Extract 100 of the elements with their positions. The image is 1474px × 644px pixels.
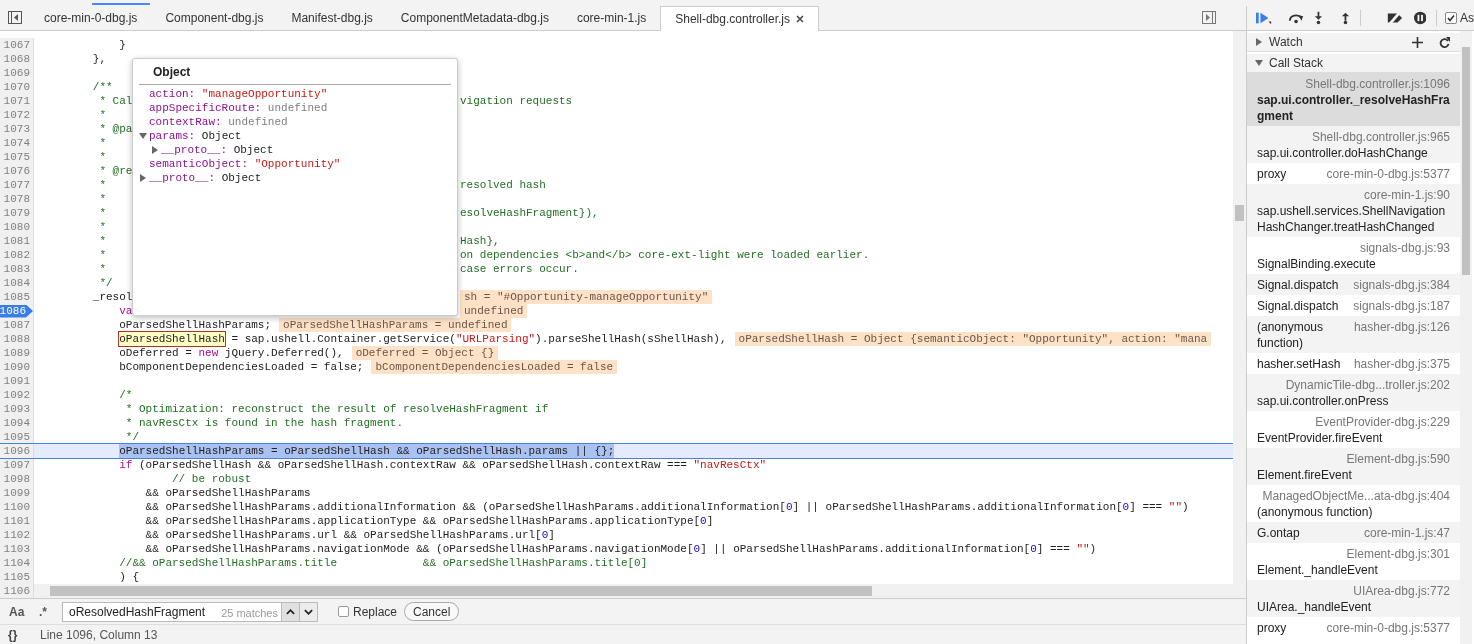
- code-text: *: [98, 248, 106, 262]
- triangle-right-icon[interactable]: [139, 174, 147, 182]
- file-tab[interactable]: core-min-1.js: [562, 6, 661, 30]
- next-match-icon[interactable]: [300, 601, 318, 622]
- code-text: /**: [91, 80, 113, 94]
- tab-indicator: [92, 3, 150, 5]
- property-entry: __proto__: Object: [149, 170, 262, 186]
- check-icon: [1447, 14, 1455, 22]
- function-name: sap.ui.controller.onPress: [1257, 393, 1389, 408]
- file-location: hasher-dbg.js:126: [1353, 318, 1450, 336]
- regex-toggle[interactable]: .*: [39, 602, 59, 621]
- file-location: signals-dbg.js:187: [1353, 297, 1450, 314]
- triangle-down-icon[interactable]: [139, 132, 147, 140]
- call-frame[interactable]: Signal.dispatch signals-dbg.js:384: [1247, 274, 1460, 295]
- triangle-down-icon[interactable]: [1255, 59, 1263, 67]
- step-into-icon[interactable]: [1314, 11, 1323, 25]
- call-frame[interactable]: core-min-1.js:90 sap.ushell.services.ShellNavigationHashChanger.treatHashChanged: [1247, 184, 1460, 237]
- code-text: oDeferred = new jQuery.Deferred(),: [118, 346, 344, 360]
- match-count: 25 matches: [221, 605, 278, 621]
- function-name: hasher.setHash: [1257, 356, 1341, 371]
- call-frame[interactable]: Shell-dbg.controller.js:1096 sap.ui.controller._resolveHashFragment: [1247, 73, 1460, 126]
- scrollbar-thumb[interactable]: [1235, 205, 1244, 221]
- line-number: 1074: [3, 136, 30, 150]
- toggle-sidebar-icon[interactable]: [1202, 11, 1216, 24]
- close-icon[interactable]: [796, 15, 804, 23]
- file-location: core-min-1.js:47: [1363, 524, 1450, 541]
- line-number: 1091: [3, 374, 30, 388]
- deactivate-breakpoints-icon[interactable]: [1385, 11, 1404, 25]
- case-sensitive-toggle[interactable]: Aa: [9, 602, 35, 621]
- call-frame[interactable]: Shell-dbg.controller.js:965 sap.ui.controller.doHashChange: [1247, 126, 1460, 163]
- scrollbar-thumb[interactable]: [50, 586, 872, 596]
- async-checkbox[interactable]: [1445, 12, 1457, 24]
- code-text: },: [91, 52, 106, 66]
- line-number: 1073: [3, 122, 30, 136]
- file-tab[interactable]: Manifest-dbg.js: [277, 6, 387, 30]
- triangle-right-icon[interactable]: [1255, 38, 1263, 46]
- call-frame[interactable]: G.ontap core-min-1.js:47: [1247, 522, 1460, 543]
- code-text: esolveHashFragment}),: [460, 206, 599, 220]
- replace-checkbox[interactable]: [338, 606, 349, 617]
- code-text: *: [98, 192, 106, 206]
- add-icon[interactable]: [1412, 36, 1423, 48]
- file-location: core-min-0-dbg.js:5377: [1326, 619, 1450, 636]
- step-over-icon[interactable]: [1288, 12, 1305, 24]
- function-name: Element.fireEvent: [1257, 467, 1352, 482]
- line-number: 1093: [3, 402, 30, 416]
- horizontal-scrollbar[interactable]: [34, 584, 1233, 598]
- code-text: oParsedShellHashParams;: [118, 318, 272, 332]
- line-number: 1105: [3, 570, 30, 584]
- code-text: *: [98, 206, 106, 220]
- file-location: hasher-dbg.js:375: [1353, 355, 1450, 372]
- function-name: proxy: [1257, 166, 1287, 181]
- property-entry: action: "manageOpportunity": [149, 86, 328, 102]
- toggle-navigator-icon[interactable]: [8, 11, 22, 24]
- code-text: }: [118, 38, 126, 52]
- line-number: 1071: [3, 94, 30, 108]
- line-number: 1099: [3, 486, 30, 500]
- call-frame[interactable]: (anonymous function) hasher-dbg.js:126: [1247, 316, 1460, 353]
- previous-match-icon[interactable]: [282, 601, 300, 622]
- code-text: // be robust: [171, 472, 252, 486]
- code-text: on dependencies <b>and</b> core-ext-light were loaded earlier.: [460, 248, 870, 262]
- resume-icon[interactable]: [1256, 11, 1273, 25]
- code-text: * @pa: [98, 122, 133, 136]
- file-location: core-min-0-dbg.js:5377: [1326, 165, 1450, 182]
- line-number: 1068: [3, 52, 30, 66]
- file-tab[interactable]: core-min-0-dbg.js: [30, 6, 152, 30]
- vertical-scrollbar[interactable]: [1233, 31, 1246, 598]
- file-tab[interactable]: Shell-dbg.controller.js: [660, 6, 819, 31]
- code-text: vigation requests: [460, 94, 573, 108]
- refresh-icon[interactable]: [1439, 36, 1450, 48]
- code-text: = sap.ushell.Container.getService("URLParsing").parseShellHash(sShellHash),: [230, 332, 727, 346]
- function-name: G.ontap: [1257, 525, 1300, 540]
- inline-value: oParsedShellHash = Object {semanticObject: "Opportunity", action: "mana: [734, 332, 1212, 346]
- pretty-print-button[interactable]: {}: [8, 625, 40, 644]
- property-entry: params: Object: [149, 128, 242, 144]
- scrollbar-thumb[interactable]: [1462, 47, 1470, 275]
- pause-icon[interactable]: [1413, 11, 1427, 25]
- hovered-token: oParsedShellHash: [119, 332, 225, 346]
- file-location: EventProvider-dbg.js:229: [1315, 413, 1450, 430]
- line-number: 1078: [3, 192, 30, 206]
- line-number: 1082: [3, 248, 30, 262]
- function-name: Signal.dispatch: [1257, 277, 1339, 292]
- cursor-position: Line 1096, Column 13: [40, 626, 158, 644]
- file-tab[interactable]: Component-dbg.js: [151, 6, 278, 30]
- file-tab[interactable]: ComponentMetadata-dbg.js: [386, 6, 563, 30]
- code-text: case errors occur.: [460, 262, 579, 276]
- property-entry: contextRaw: undefined: [149, 114, 288, 130]
- popover-title: Object: [139, 63, 451, 85]
- call-frame[interactable]: UIArea-dbg.js:772 UIArea._handleEvent: [1247, 580, 1460, 617]
- async-label: As: [1460, 10, 1474, 27]
- inline-value: oParsedShellHashParams = undefined: [279, 318, 512, 332]
- code-text: /*: [118, 388, 133, 402]
- line-number: 1085: [3, 290, 30, 304]
- code-text: */: [124, 430, 140, 444]
- call-frame[interactable]: Element-dbg.js:590 Element.fireEvent: [1247, 448, 1460, 485]
- code-text: *: [98, 220, 106, 234]
- call-frame[interactable]: DynamicTile-dbg...troller.js:202 sap.ui.controller.onPress: [1247, 374, 1460, 411]
- step-out-icon[interactable]: [1341, 11, 1350, 25]
- vertical-scrollbar[interactable]: [1460, 31, 1472, 644]
- cancel-button[interactable]: Cancel: [404, 602, 460, 621]
- triangle-right-icon[interactable]: [151, 146, 159, 154]
